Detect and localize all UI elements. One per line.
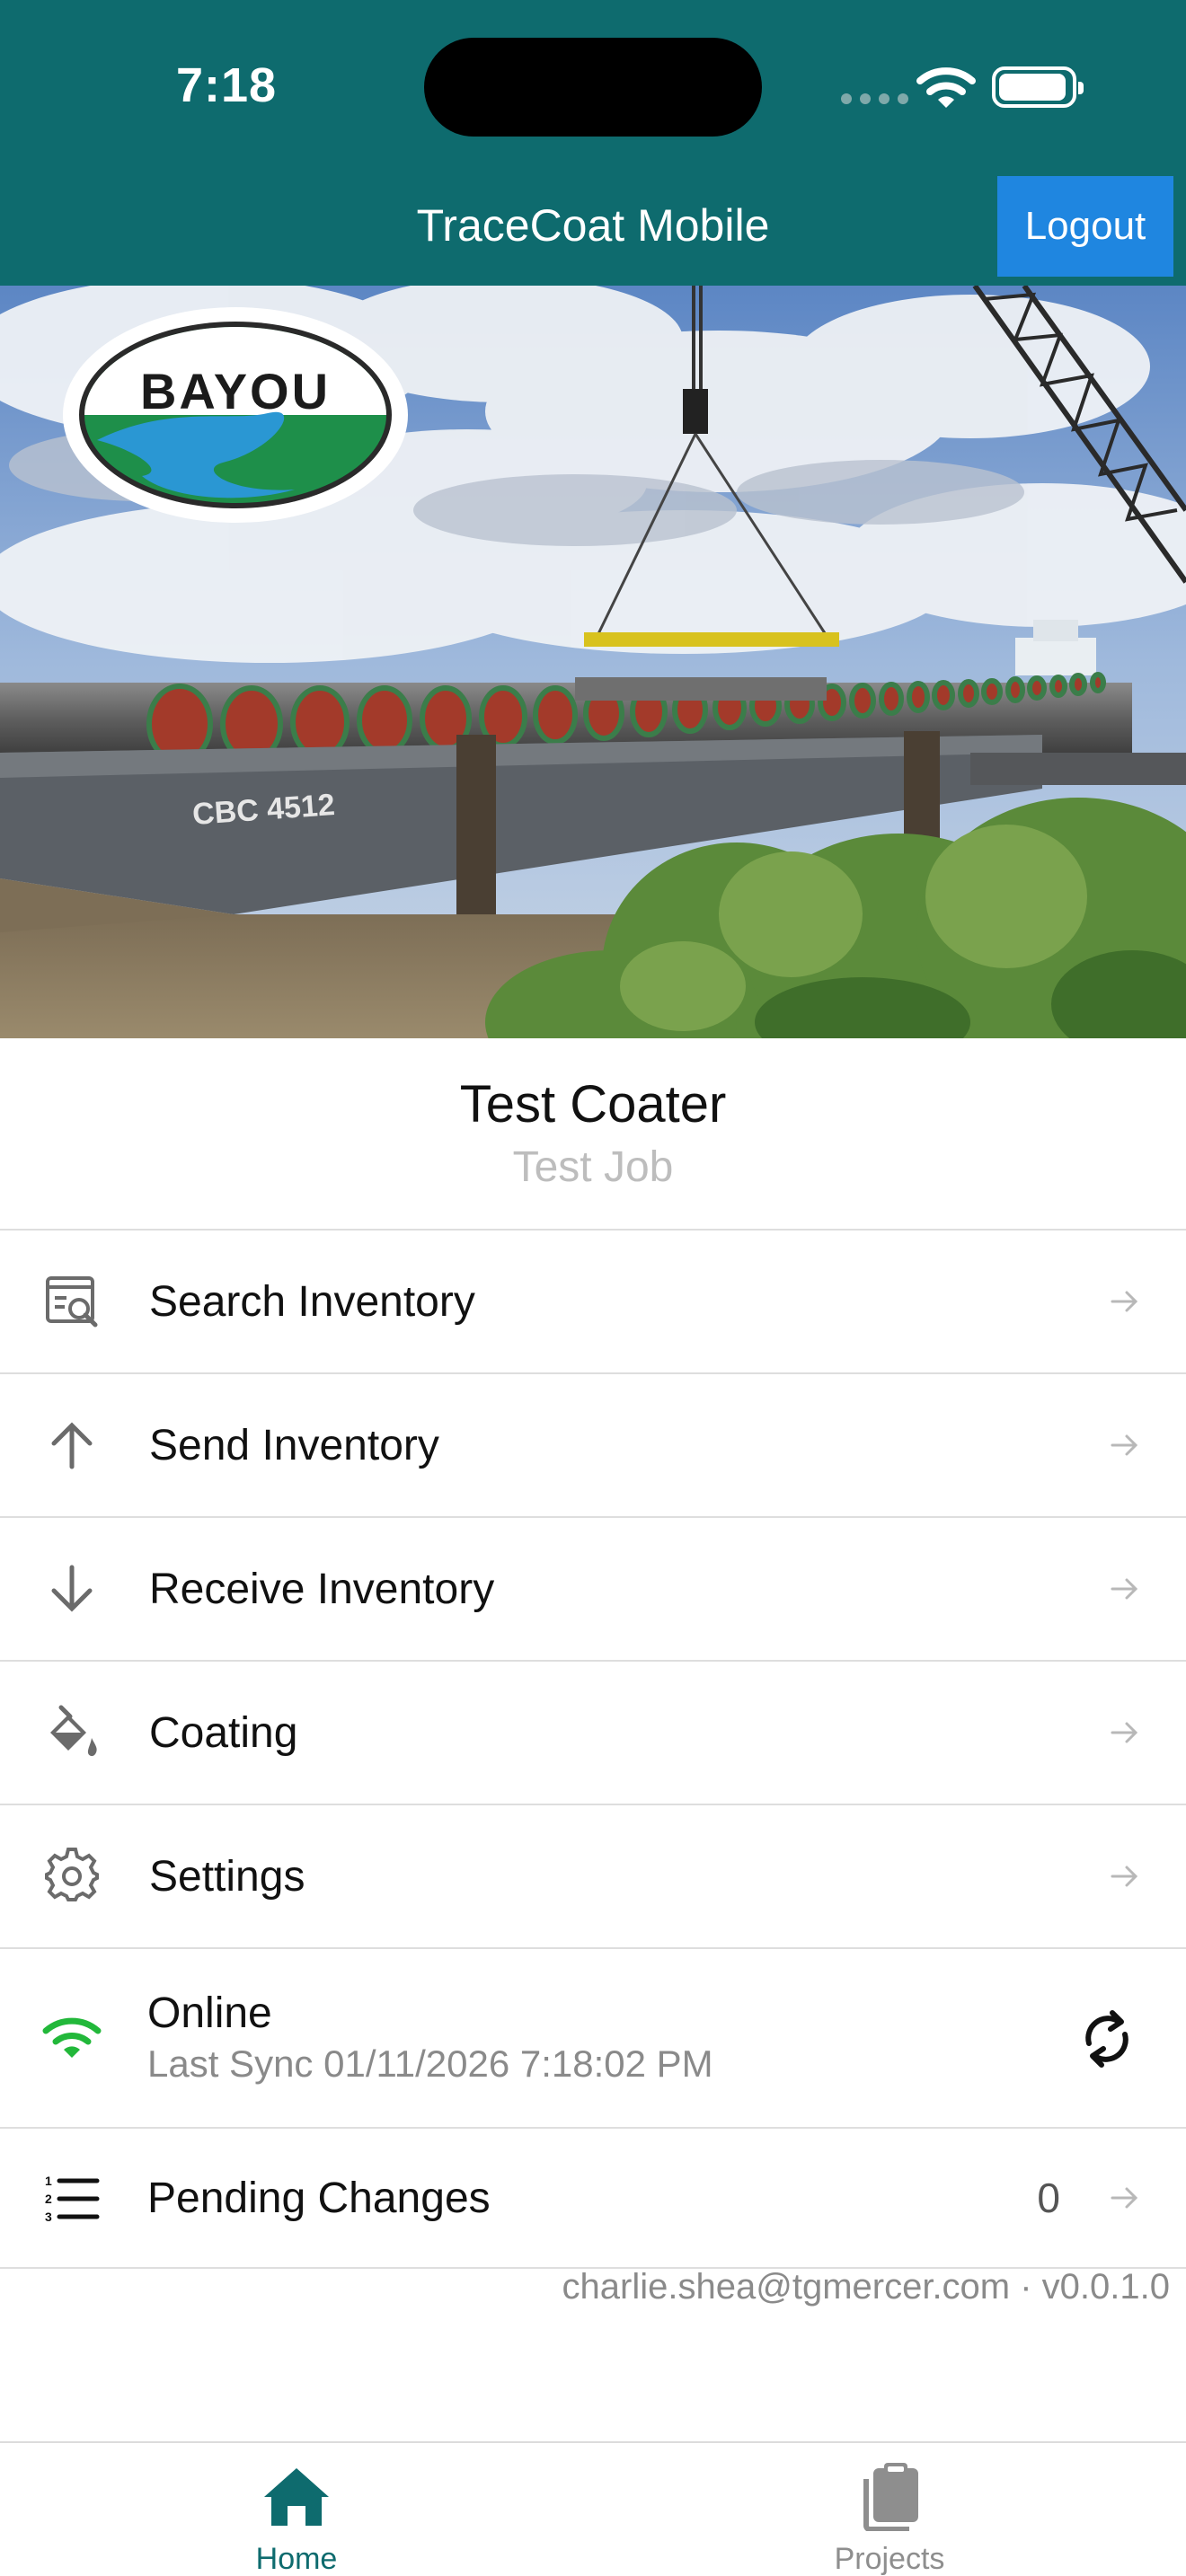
- menu-item-label: Coating: [149, 1708, 298, 1757]
- arrow-right-icon: [1111, 1722, 1138, 1743]
- status-time: 7:18: [176, 58, 278, 112]
- connection-status: Online: [147, 1989, 272, 2037]
- menu-item-search-inventory[interactable]: Search Inventory: [0, 1229, 1186, 1372]
- dynamic-island: [424, 38, 762, 137]
- menu-item-receive-inventory[interactable]: Receive Inventory: [0, 1516, 1186, 1660]
- arrow-up-icon: [40, 1413, 104, 1478]
- coater-job: Test Job: [512, 1143, 674, 1191]
- search-inventory-icon: [40, 1269, 104, 1334]
- arrow-down-icon: [40, 1557, 104, 1621]
- tab-label: Home: [255, 2542, 338, 2576]
- sync-button[interactable]: [1067, 1999, 1146, 2078]
- app-header: 7:18 TraceCoat Mobile Logout: [0, 0, 1186, 286]
- arrow-right-icon: [1111, 1434, 1138, 1456]
- menu-item-label: Receive Inventory: [149, 1565, 495, 1613]
- menu-item-label: Settings: [149, 1852, 305, 1901]
- logout-button[interactable]: Logout: [997, 176, 1173, 277]
- tab-home[interactable]: Home: [0, 2443, 593, 2576]
- menu-item-label: Search Inventory: [149, 1277, 475, 1326]
- connection-status-row: Online Last Sync 01/11/2026 7:18:02 PM: [0, 1947, 1186, 2127]
- arrow-right-icon: [1111, 1866, 1138, 1887]
- tab-projects[interactable]: Projects: [593, 2443, 1186, 2576]
- menu-item-settings[interactable]: Settings: [0, 1804, 1186, 1947]
- arrow-right-icon: [1111, 2187, 1138, 2209]
- menu-item-send-inventory[interactable]: Send Inventory: [0, 1372, 1186, 1516]
- svg-text:1: 1: [45, 2174, 52, 2188]
- svg-text:3: 3: [45, 2210, 52, 2223]
- user-version-note: charlie.shea@tgmercer.com · v0.0.1.0: [562, 2267, 1170, 2307]
- svg-text:2: 2: [45, 2192, 52, 2206]
- home-icon: [264, 2468, 329, 2526]
- last-sync-text: Last Sync 01/11/2026 7:18:02 PM: [147, 2042, 713, 2085]
- bayou-logo-text: BAYOU: [140, 363, 331, 419]
- cellular-signal-icon: [841, 93, 908, 104]
- menu-item-pending-changes[interactable]: 1 2 3 Pending Changes 0: [0, 2127, 1186, 2269]
- battery-icon: [992, 66, 1084, 108]
- wifi-status-icon: [916, 67, 976, 108]
- sync-icon: [1085, 2010, 1128, 2068]
- arrow-right-icon: [1111, 1578, 1138, 1600]
- main-menu: Search Inventory Send Inventory Receive …: [0, 1229, 1186, 2269]
- bayou-logo: BAYOU: [63, 307, 408, 523]
- gear-icon: [40, 1844, 104, 1909]
- tab-label: Projects: [834, 2542, 945, 2576]
- tab-bar: Home Projects: [0, 2441, 1186, 2576]
- menu-item-label: Send Inventory: [149, 1421, 439, 1469]
- clipboard-icon: [863, 2463, 918, 2531]
- coater-name: Test Coater: [459, 1075, 727, 1134]
- paint-bucket-icon: [40, 1700, 104, 1765]
- numbered-list-icon: 1 2 3: [40, 2166, 104, 2230]
- pending-count: 0: [1037, 2175, 1060, 2221]
- menu-item-label: Pending Changes: [147, 2174, 491, 2222]
- wifi-icon: [40, 2005, 104, 2069]
- arrow-right-icon: [1111, 1291, 1138, 1312]
- menu-item-coating[interactable]: Coating: [0, 1660, 1186, 1804]
